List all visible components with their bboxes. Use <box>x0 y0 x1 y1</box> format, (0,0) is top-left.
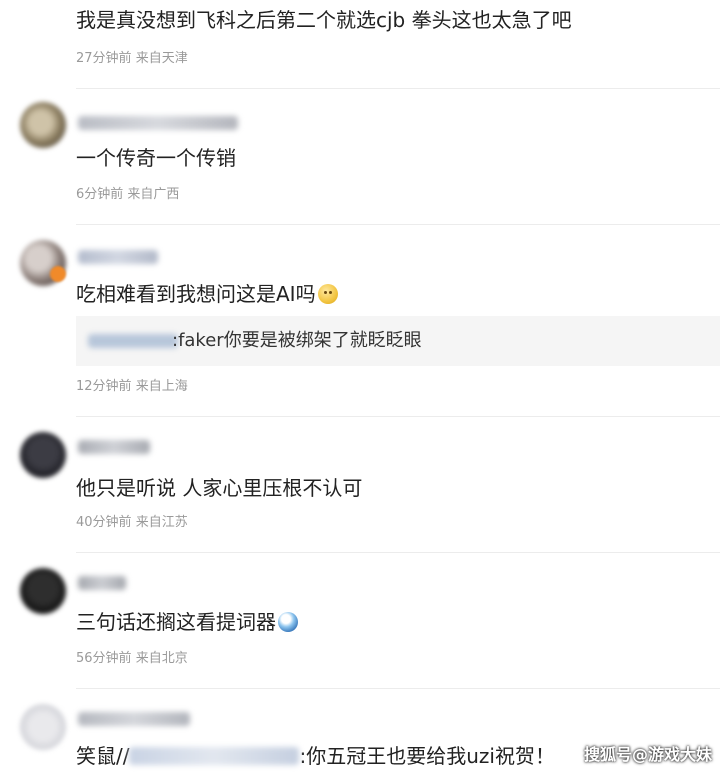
comment-time: 56分钟前 <box>76 651 132 666</box>
divider <box>76 552 720 553</box>
comment-time: 40分钟前 <box>76 515 132 530</box>
comment-text-content: 三句话还搁这看提词器 <box>76 610 276 634</box>
username-blurred[interactable] <box>78 440 150 454</box>
sweat-face-emoji-icon <box>278 612 298 632</box>
comment-meta: 56分钟前 来自北京 <box>76 650 188 668</box>
comment-location: 来自北京 <box>135 651 188 666</box>
comment-meta: 27分钟前 来自天津 <box>76 50 188 68</box>
comment-meta: 12分钟前 来自上海 <box>76 378 188 396</box>
comment-time: 12分钟前 <box>76 379 132 394</box>
reply-text: :faker你要是被绑架了就眨眨眼 <box>172 330 422 351</box>
comment-text-suffix: :你五冠王也要给我uzi祝贺！ <box>299 744 555 768</box>
divider <box>76 224 720 225</box>
comment-text: 笑鼠// :你五冠王也要给我uzi祝贺！ <box>76 742 555 770</box>
comment-location: 来自天津 <box>135 51 188 66</box>
avatar[interactable] <box>20 568 66 614</box>
divider <box>76 88 720 89</box>
divider <box>76 416 720 417</box>
comment-time: 27分钟前 <box>76 51 132 66</box>
username-blurred[interactable] <box>78 576 126 590</box>
comment-location: 来自江苏 <box>135 515 188 530</box>
comment-time: 6分钟前 <box>76 187 124 202</box>
comment-text-content: 吃相难看到我想问这是AI吗 <box>76 282 316 306</box>
smile-emoji-icon <box>317 284 338 304</box>
mention-blurred[interactable] <box>129 747 300 765</box>
avatar[interactable] <box>20 432 66 478</box>
comment-text: 吃相难看到我想问这是AI吗 <box>76 280 338 308</box>
reply-box[interactable]: :faker你要是被绑架了就眨眨眼 <box>76 316 720 366</box>
comment-text: 我是真没想到飞科之后第二个就选cjb 拳头这也太急了吧 <box>76 8 572 32</box>
comment-text: 一个传奇一个传销 <box>76 146 236 170</box>
reply-username-blurred[interactable] <box>88 334 178 348</box>
username-blurred[interactable] <box>78 116 238 130</box>
comment-text: 三句话还搁这看提词器 <box>76 608 298 636</box>
avatar[interactable] <box>20 704 66 750</box>
comment-text-prefix: 笑鼠// <box>76 744 130 768</box>
comment-meta: 6分钟前 来自广西 <box>76 186 179 204</box>
divider <box>76 688 720 689</box>
source-watermark: 搜狐号@游戏大妹 <box>583 745 712 764</box>
avatar[interactable] <box>20 102 66 148</box>
username-blurred[interactable] <box>78 712 190 726</box>
vip-badge-icon <box>50 266 66 282</box>
comment-text: 他只是听说 人家心里压根不认可 <box>76 476 363 500</box>
comment-location: 来自广西 <box>127 187 180 202</box>
comment-meta: 40分钟前 来自江苏 <box>76 514 188 532</box>
username-blurred[interactable] <box>78 250 158 264</box>
comment-location: 来自上海 <box>135 379 188 394</box>
